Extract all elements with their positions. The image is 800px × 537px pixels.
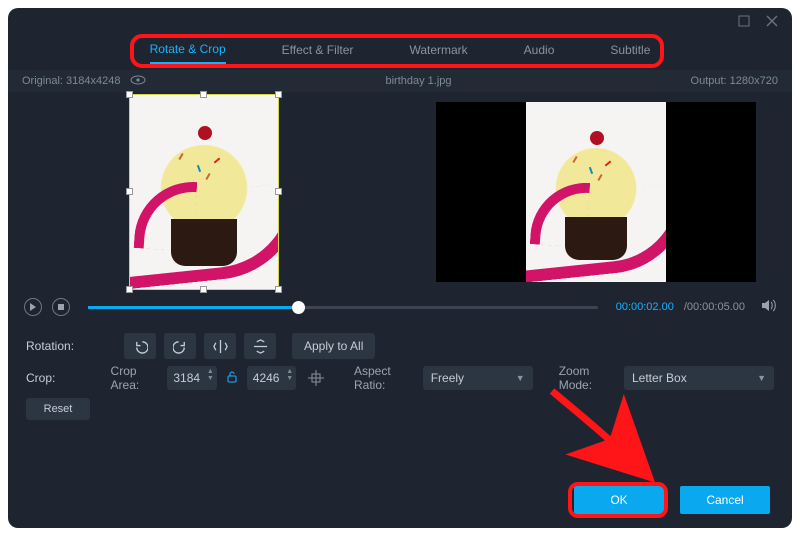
spinner-icon[interactable]: ▲▼: [207, 368, 214, 382]
crop-handle[interactable]: [200, 286, 207, 293]
crop-label: Crop:: [26, 371, 103, 385]
footer: OK Cancel: [574, 486, 770, 514]
crop-area-label: Crop Area:: [111, 364, 160, 392]
chevron-down-icon: ▼: [516, 373, 525, 383]
rotate-left-button[interactable]: [124, 333, 156, 359]
tab-rotate-crop[interactable]: Rotate & Crop: [150, 42, 226, 64]
aspect-ratio-value: Freely: [431, 371, 464, 385]
tab-watermark[interactable]: Watermark: [409, 43, 467, 63]
chevron-down-icon: ▼: [757, 373, 766, 383]
preview-row: [8, 92, 792, 292]
cancel-button[interactable]: Cancel: [680, 486, 770, 514]
reset-button[interactable]: Reset: [26, 398, 90, 420]
crop-handle[interactable]: [126, 188, 133, 195]
output-preview: [400, 92, 792, 292]
aspect-ratio-select[interactable]: Freely ▼: [423, 366, 533, 390]
crop-handle[interactable]: [126, 91, 133, 98]
crop-row: Crop: Crop Area: 3184 ▲▼ 4246 ▲▼ Aspect …: [26, 362, 774, 394]
crop-height-input[interactable]: 4246 ▲▼: [247, 366, 296, 390]
apply-to-all-button[interactable]: Apply to All: [292, 333, 375, 359]
timecode-total: /00:00:05.00: [684, 301, 745, 313]
timecode-current: 00:00:02.00: [616, 301, 674, 313]
zoom-mode-select[interactable]: Letter Box ▼: [624, 366, 774, 390]
image-content: [130, 95, 278, 289]
close-icon[interactable]: [766, 14, 778, 30]
crop-handle[interactable]: [275, 91, 282, 98]
spinner-icon[interactable]: ▲▼: [286, 368, 293, 382]
tab-subtitle[interactable]: Subtitle: [610, 43, 650, 63]
info-bar: Original: 3184x4248 birthday 1.jpg Outpu…: [8, 70, 792, 92]
stop-button[interactable]: [52, 298, 70, 316]
lock-aspect-icon[interactable]: [225, 371, 239, 386]
aspect-ratio-label: Aspect Ratio:: [354, 364, 415, 392]
original-preview[interactable]: [8, 92, 400, 292]
filename: birthday 1.jpg: [146, 75, 690, 87]
crop-handle[interactable]: [275, 286, 282, 293]
ok-button[interactable]: OK: [574, 486, 664, 514]
crop-width-value: 3184: [173, 371, 200, 385]
titlebar: [8, 8, 792, 36]
volume-icon[interactable]: [761, 299, 776, 315]
tab-effect-filter[interactable]: Effect & Filter: [282, 43, 354, 63]
output-size-label: Output: 1280x720: [691, 75, 778, 87]
output-image: [526, 102, 666, 282]
flip-horizontal-button[interactable]: [204, 333, 236, 359]
crop-height-value: 4246: [253, 371, 280, 385]
editor-window: Rotate & Crop Effect & Filter Watermark …: [8, 8, 792, 528]
minimize-icon[interactable]: [738, 14, 750, 30]
timeline[interactable]: [88, 306, 598, 309]
crop-width-input[interactable]: 3184 ▲▼: [167, 366, 216, 390]
controls: Rotation: Apply to All Crop: Crop Area: …: [8, 322, 792, 394]
zoom-mode-label: Zoom Mode:: [559, 364, 616, 392]
play-button[interactable]: [24, 298, 42, 316]
center-crop-icon[interactable]: [304, 365, 328, 391]
output-frame: [436, 102, 756, 282]
rotation-label: Rotation:: [26, 339, 116, 353]
crop-frame[interactable]: [129, 94, 279, 290]
tabs: Rotate & Crop Effect & Filter Watermark …: [8, 36, 792, 70]
annotation-arrow: [542, 386, 682, 486]
crop-handle[interactable]: [200, 91, 207, 98]
preview-eye-icon[interactable]: [130, 75, 146, 88]
original-size-label: Original: 3184x4248: [22, 75, 120, 87]
flip-vertical-button[interactable]: [244, 333, 276, 359]
crop-handle[interactable]: [275, 188, 282, 195]
tab-audio[interactable]: Audio: [524, 43, 555, 63]
zoom-mode-value: Letter Box: [632, 371, 687, 385]
crop-handle[interactable]: [126, 286, 133, 293]
rotate-right-button[interactable]: [164, 333, 196, 359]
playhead[interactable]: [292, 301, 305, 314]
transport-bar: 00:00:02.00 /00:00:05.00: [8, 292, 792, 322]
rotation-row: Rotation: Apply to All: [26, 330, 774, 362]
